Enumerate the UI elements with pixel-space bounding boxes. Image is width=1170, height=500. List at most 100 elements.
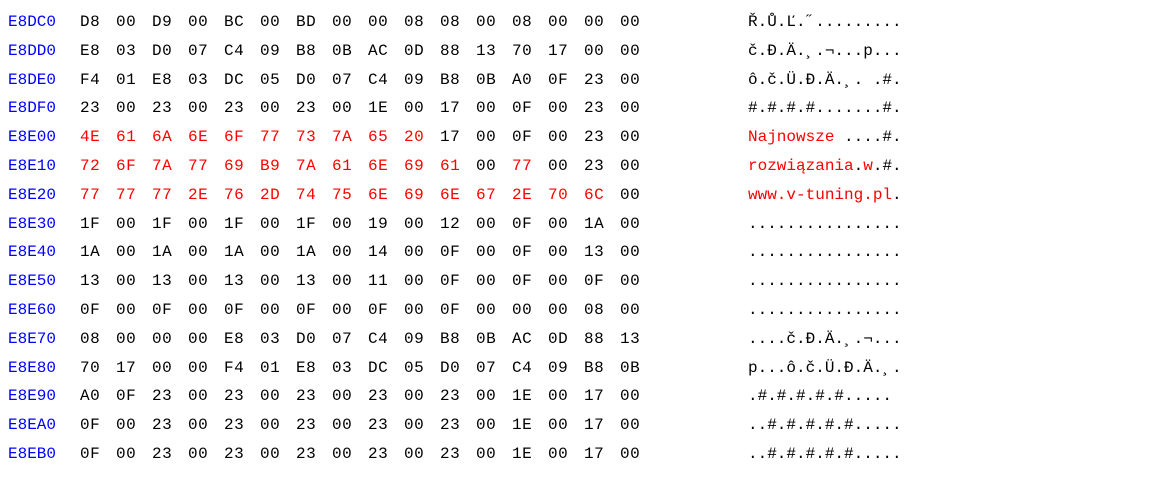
hex-byte[interactable]: 07	[476, 354, 512, 383]
hex-byte[interactable]: 0F	[548, 66, 584, 95]
hex-byte[interactable]: 00	[620, 411, 656, 440]
hex-byte[interactable]: 00	[404, 210, 440, 239]
hex-byte[interactable]: 0F	[512, 123, 548, 152]
hex-byte[interactable]: 0F	[224, 296, 260, 325]
hex-byte[interactable]: D0	[296, 66, 332, 95]
hex-byte[interactable]: 00	[476, 210, 512, 239]
hex-byte[interactable]: 00	[548, 210, 584, 239]
hex-byte[interactable]: 23	[584, 152, 620, 181]
hex-byte[interactable]: B8	[584, 354, 620, 383]
hex-byte[interactable]: 6A	[152, 123, 188, 152]
hex-byte[interactable]: 00	[260, 296, 296, 325]
hex-byte[interactable]: 09	[404, 66, 440, 95]
hex-byte[interactable]: 00	[548, 440, 584, 469]
hex-byte[interactable]: 0F	[440, 296, 476, 325]
hex-byte[interactable]: 00	[368, 8, 404, 37]
hex-row[interactable]: E8DD0E803D007C409B80BAC0D881370170000č.Đ…	[8, 37, 1162, 66]
hex-byte[interactable]: 77	[260, 123, 296, 152]
hex-byte[interactable]: 08	[440, 8, 476, 37]
hex-byte[interactable]: 03	[188, 66, 224, 95]
hex-byte[interactable]: 0F	[116, 382, 152, 411]
hex-byte[interactable]: 23	[584, 94, 620, 123]
hex-byte[interactable]: 14	[368, 238, 404, 267]
hex-byte[interactable]: 17	[440, 94, 476, 123]
hex-byte[interactable]: 00	[548, 411, 584, 440]
hex-byte[interactable]: 07	[332, 66, 368, 95]
hex-byte[interactable]: 13	[584, 238, 620, 267]
hex-byte[interactable]: 23	[368, 411, 404, 440]
hex-byte[interactable]: AC	[368, 37, 404, 66]
hex-byte[interactable]: 00	[332, 8, 368, 37]
hex-byte[interactable]: 1F	[224, 210, 260, 239]
hex-byte[interactable]: 23	[224, 440, 260, 469]
hex-bytes[interactable]: 0F000F000F000F000F000F0000000800	[80, 296, 720, 325]
hex-byte[interactable]: 0F	[512, 267, 548, 296]
hex-byte[interactable]: 00	[332, 238, 368, 267]
hex-byte[interactable]: 00	[476, 296, 512, 325]
hex-byte[interactable]: 17	[548, 37, 584, 66]
hex-row[interactable]: E8E401A001A001A001A0014000F000F001300...…	[8, 238, 1162, 267]
hex-byte[interactable]: 00	[620, 382, 656, 411]
hex-byte[interactable]: AC	[512, 325, 548, 354]
hex-byte[interactable]: 00	[548, 267, 584, 296]
hex-byte[interactable]: 09	[548, 354, 584, 383]
hex-byte[interactable]: 00	[116, 8, 152, 37]
hex-byte[interactable]: 23	[152, 94, 188, 123]
hex-byte[interactable]: 00	[260, 440, 296, 469]
hex-row[interactable]: E8E7008000000E803D007C409B80BAC0D8813...…	[8, 325, 1162, 354]
hex-byte[interactable]: E8	[80, 37, 116, 66]
hex-bytes[interactable]: A00F230023002300230023001E001700	[80, 382, 720, 411]
hex-bytes[interactable]: 23002300230023001E0017000F002300	[80, 94, 720, 123]
hex-byte[interactable]: 0D	[404, 37, 440, 66]
hex-byte[interactable]: 77	[188, 152, 224, 181]
hex-byte[interactable]: 0D	[548, 325, 584, 354]
hex-byte[interactable]: BC	[224, 8, 260, 37]
hex-byte[interactable]: 77	[152, 181, 188, 210]
hex-byte[interactable]: 00	[260, 210, 296, 239]
hex-byte[interactable]: 00	[620, 94, 656, 123]
hex-byte[interactable]: 00	[332, 94, 368, 123]
hex-byte[interactable]: 01	[116, 66, 152, 95]
hex-byte[interactable]: B9	[260, 152, 296, 181]
hex-byte[interactable]: 23	[152, 411, 188, 440]
hex-byte[interactable]: 00	[476, 440, 512, 469]
hex-byte[interactable]: 23	[152, 382, 188, 411]
hex-byte[interactable]: 00	[260, 94, 296, 123]
hex-byte[interactable]: 76	[224, 181, 260, 210]
hex-bytes[interactable]: 726F7A7769B97A616E69610077002300	[80, 152, 720, 181]
hex-byte[interactable]: 17	[116, 354, 152, 383]
hex-byte[interactable]: 67	[476, 181, 512, 210]
hex-byte[interactable]: 00	[548, 382, 584, 411]
hex-byte[interactable]: 17	[440, 123, 476, 152]
hex-byte[interactable]: 1A	[224, 238, 260, 267]
hex-byte[interactable]: 03	[116, 37, 152, 66]
hex-byte[interactable]: 00	[404, 382, 440, 411]
hex-byte[interactable]: 77	[116, 181, 152, 210]
hex-byte[interactable]: 6C	[584, 181, 620, 210]
hex-byte[interactable]: 00	[620, 123, 656, 152]
hex-byte[interactable]: 61	[116, 123, 152, 152]
hex-byte[interactable]: 2D	[260, 181, 296, 210]
hex-byte[interactable]: 6E	[368, 152, 404, 181]
hex-byte[interactable]: 1F	[152, 210, 188, 239]
hex-byte[interactable]: DC	[368, 354, 404, 383]
hex-byte[interactable]: 17	[584, 382, 620, 411]
hex-byte[interactable]: 72	[80, 152, 116, 181]
hex-byte[interactable]: 6F	[116, 152, 152, 181]
hex-byte[interactable]: 23	[368, 440, 404, 469]
hex-byte[interactable]: 65	[368, 123, 404, 152]
hex-byte[interactable]: 00	[332, 267, 368, 296]
hex-byte[interactable]: D0	[296, 325, 332, 354]
hex-byte[interactable]: C4	[512, 354, 548, 383]
hex-byte[interactable]: 2E	[188, 181, 224, 210]
hex-byte[interactable]: 13	[80, 267, 116, 296]
hex-byte[interactable]: 00	[188, 411, 224, 440]
hex-bytes[interactable]: E803D007C409B80BAC0D881370170000	[80, 37, 720, 66]
hex-byte[interactable]: 13	[152, 267, 188, 296]
hex-byte[interactable]: E8	[224, 325, 260, 354]
hex-byte[interactable]: 00	[620, 181, 656, 210]
hex-byte[interactable]: 6E	[188, 123, 224, 152]
hex-byte[interactable]: 00	[332, 382, 368, 411]
hex-byte[interactable]: 00	[188, 8, 224, 37]
hex-byte[interactable]: 00	[116, 440, 152, 469]
